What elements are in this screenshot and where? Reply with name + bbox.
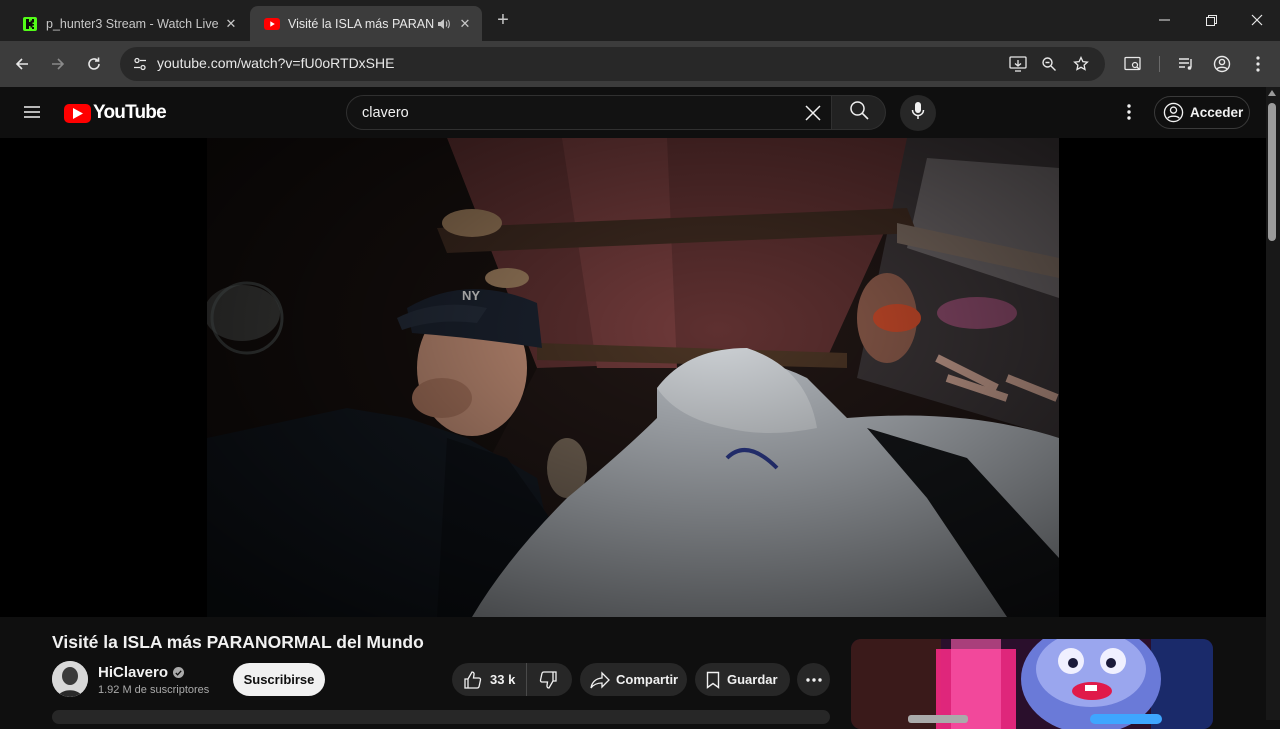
restore-button[interactable] — [1188, 8, 1234, 32]
youtube-play-icon — [64, 103, 91, 123]
youtube-logo[interactable]: YouTube — [64, 102, 167, 124]
youtube-wordmark: YouTube — [93, 102, 167, 123]
video-still-image: NY — [207, 138, 1059, 617]
dislike-button[interactable] — [527, 663, 571, 696]
account-icon — [1163, 102, 1184, 123]
channel-avatar[interactable] — [52, 661, 88, 697]
sign-in-label: Acceder — [1190, 105, 1244, 120]
video-frame[interactable]: NY — [207, 138, 1059, 617]
save-label: Guardar — [727, 672, 778, 687]
share-arrow-icon — [590, 670, 610, 689]
install-app-icon[interactable] — [1007, 53, 1029, 75]
search-query: clavero — [362, 105, 409, 121]
forward-button[interactable] — [44, 50, 72, 78]
back-button[interactable] — [8, 50, 36, 78]
search-input[interactable]: clavero — [346, 95, 832, 130]
share-button[interactable]: Compartir — [580, 663, 687, 696]
tab-title: Visité la ISLA más PARANORMAL — [288, 16, 434, 31]
tab-search-icon[interactable] — [1121, 52, 1145, 76]
site-info-icon[interactable] — [128, 52, 152, 76]
share-label: Compartir — [616, 672, 679, 687]
verified-check-icon — [173, 667, 185, 678]
settings-menu-icon[interactable] — [1117, 100, 1141, 124]
search-button[interactable] — [832, 95, 886, 130]
thumbs-down-icon — [539, 670, 557, 689]
save-button[interactable]: Guardar — [695, 663, 790, 696]
kick-logo-icon — [22, 16, 38, 32]
scrollbar-thumb[interactable] — [1268, 103, 1276, 241]
close-window-button[interactable] — [1234, 8, 1280, 32]
channel-name-text: HiClavero — [98, 664, 169, 681]
subscribe-button[interactable]: Suscribirse — [233, 663, 325, 696]
profile-icon[interactable] — [1210, 52, 1234, 76]
search-icon — [849, 100, 869, 125]
browser-menu-icon[interactable] — [1246, 52, 1270, 76]
microphone-icon — [911, 101, 925, 126]
bookmark-star-icon[interactable] — [1070, 53, 1092, 75]
youtube-logo-icon — [264, 16, 280, 32]
zoom-icon[interactable] — [1038, 53, 1060, 75]
menu-icon[interactable] — [20, 100, 44, 124]
voice-search-button[interactable] — [900, 95, 936, 131]
sign-in-button[interactable]: Acceder — [1154, 96, 1250, 129]
subscriber-count: 1.92 M de suscriptores — [98, 684, 210, 696]
minimize-button[interactable] — [1141, 8, 1187, 32]
browser-tab-strip: p_hunter3 Stream - Watch Live ✕ Visité l… — [0, 0, 1280, 41]
bookmark-icon — [706, 671, 720, 689]
close-tab-icon[interactable]: ✕ — [456, 15, 474, 33]
like-dislike-group: 33 k — [452, 663, 572, 696]
close-tab-icon[interactable]: ✕ — [222, 15, 240, 33]
scroll-up-arrow-icon[interactable] — [1268, 90, 1276, 96]
url-text: youtube.com/watch?v=fU0oRTDxSHE — [157, 55, 395, 71]
address-bar[interactable]: youtube.com/watch?v=fU0oRTDxSHE — [120, 47, 1105, 81]
youtube-header: YouTube clavero Acceder — [0, 87, 1266, 138]
speaker-icon[interactable] — [434, 15, 452, 33]
recommended-video-title-placeholder — [908, 715, 968, 723]
thumbs-up-icon — [464, 670, 482, 689]
browser-toolbar: youtube.com/watch?v=fU0oRTDxSHE — [0, 41, 1280, 87]
video-title: Visité la ISLA más PARANORMAL del Mundo — [52, 632, 424, 652]
toolbar-divider — [1159, 56, 1160, 72]
media-control-icon[interactable] — [1174, 52, 1198, 76]
description-box[interactable] — [52, 710, 830, 724]
tab-title: p_hunter3 Stream - Watch Live — [46, 16, 219, 31]
browser-tab-kick[interactable]: p_hunter3 Stream - Watch Live ✕ — [8, 6, 248, 41]
like-button[interactable]: 33 k — [452, 663, 527, 696]
recommended-badge — [1090, 714, 1162, 724]
browser-tab-youtube[interactable]: Visité la ISLA más PARANORMAL ✕ — [250, 6, 482, 41]
channel-name[interactable]: HiClavero — [98, 664, 185, 681]
new-tab-button[interactable]: + — [492, 10, 514, 32]
more-actions-button[interactable] — [797, 663, 830, 696]
like-count: 33 k — [490, 672, 516, 687]
clear-search-icon[interactable] — [801, 101, 825, 125]
reload-button[interactable] — [80, 50, 108, 78]
video-player[interactable]: NY — [0, 138, 1266, 617]
more-horizontal-icon — [805, 677, 822, 682]
